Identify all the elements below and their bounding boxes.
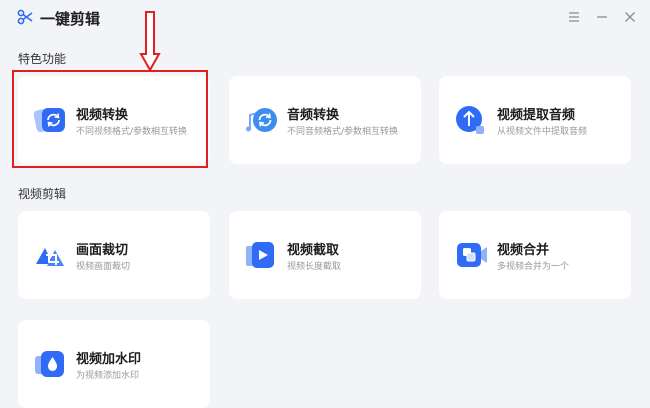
- refresh-icon: [33, 103, 67, 137]
- card-watermark[interactable]: 视频加水印 为视频添加水印: [18, 320, 210, 408]
- card-title: 音频转换: [287, 108, 340, 123]
- card-title: 视频合并: [497, 243, 550, 258]
- play-icon: [244, 238, 278, 272]
- card-desc: 多视频合并为一个: [497, 262, 570, 272]
- section-title-video-edit: 视频剪辑: [18, 187, 67, 201]
- card-extract-audio[interactable]: 视频提取音频 从视频文件中提取音频: [439, 76, 631, 164]
- card-title: 视频提取音频: [497, 108, 576, 123]
- minimize-icon[interactable]: [594, 9, 610, 25]
- card-audio-convert[interactable]: 音频转换 不同音频格式/参数相互转换: [229, 76, 421, 164]
- card-title: 视频截取: [287, 243, 340, 258]
- down-arrow-icon: [139, 10, 161, 73]
- upload-icon: [454, 103, 488, 137]
- app-title: 一键剪辑: [40, 10, 101, 28]
- card-trim[interactable]: 视频截取 视频长度截取: [229, 211, 421, 299]
- card-video-convert[interactable]: 视频转换 不同视频格式/参数相互转换: [18, 76, 210, 164]
- card-title: 画面裁切: [76, 243, 129, 258]
- scissors-icon: [17, 9, 33, 25]
- card-title: 视频加水印: [76, 352, 142, 367]
- card-merge[interactable]: 视频合并 多视频合并为一个: [439, 211, 631, 299]
- title-bar: 一键剪辑: [0, 0, 650, 34]
- card-desc: 不同视频格式/参数相互转换: [76, 127, 188, 137]
- crop-icon: [33, 238, 67, 272]
- menu-icon[interactable]: [566, 9, 582, 25]
- card-crop[interactable]: 画面裁切 视频画面裁切: [18, 211, 210, 299]
- card-desc: 从视频文件中提取音频: [497, 127, 588, 137]
- card-desc: 不同音频格式/参数相互转换: [287, 127, 399, 137]
- card-desc: 视频长度截取: [287, 262, 342, 272]
- close-icon[interactable]: [622, 9, 638, 25]
- card-desc: 为视频添加水印: [76, 371, 140, 381]
- refresh-icon: [244, 103, 278, 137]
- card-desc: 视频画面裁切: [76, 262, 131, 272]
- droplet-icon: [33, 347, 67, 381]
- section-title-featured: 特色功能: [18, 52, 67, 66]
- card-title: 视频转换: [76, 108, 129, 123]
- merge-icon: [454, 238, 488, 272]
